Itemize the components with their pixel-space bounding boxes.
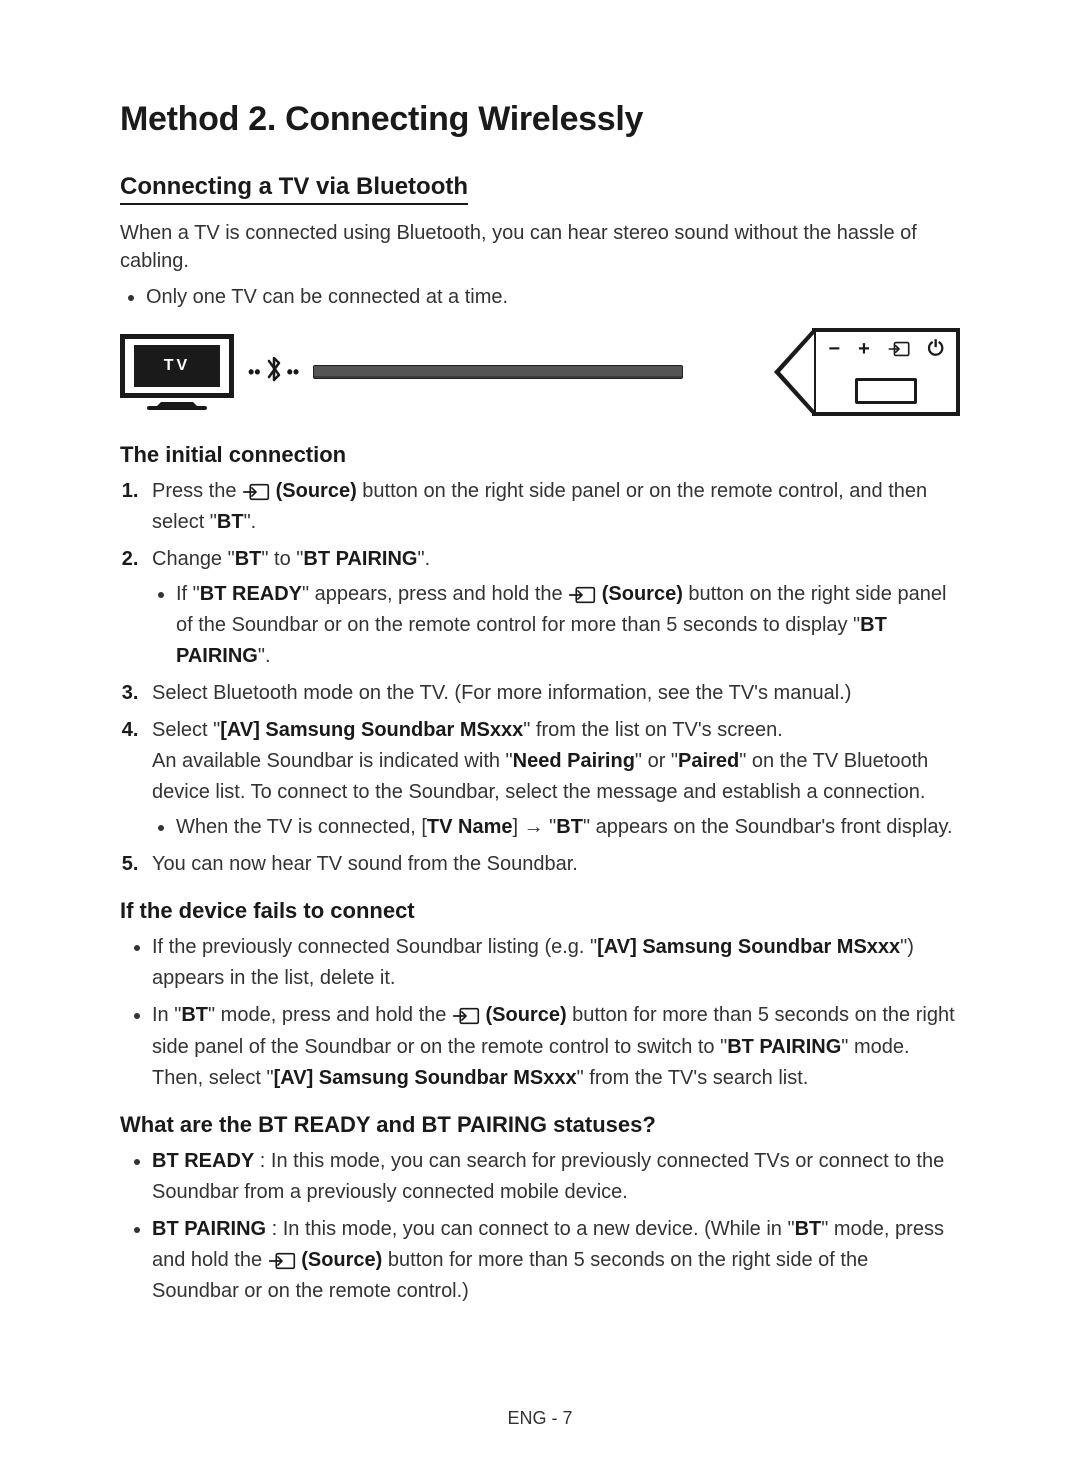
plus-icon: + [858,339,870,359]
source-icon [268,1245,296,1276]
side-panel-illustration: − + ⏻ [812,328,960,416]
source-icon [452,1001,480,1032]
intro-text: When a TV is connected using Bluetooth, … [120,219,960,275]
bluetooth-signal-icon: •• •• [248,354,299,391]
tv-label: TV [134,345,220,387]
step-4: Select "[AV] Samsung Soundbar MSxxx" fro… [144,715,960,843]
page-title: Method 2. Connecting Wirelessly [120,100,960,139]
intro-note-list: Only one TV can be connected at a time. [146,283,960,312]
intro-note-item: Only one TV can be connected at a time. [146,283,960,312]
callout-arrow-icon [774,328,814,416]
subtitle: Connecting a TV via Bluetooth [120,173,468,205]
step-3: Select Bluetooth mode on the TV. (For mo… [144,678,960,709]
dot-icon: •• [287,362,300,383]
page-footer: ENG - 7 [0,1408,1080,1429]
step-4-sub: When the TV is connected, [TV Name] → "B… [176,812,960,843]
section-if-fails: If the device fails to connect [120,898,960,924]
fail-item-2: In "BT" mode, press and hold the (Source… [152,1000,960,1093]
minus-icon: − [828,339,840,359]
section-statuses: What are the BT READY and BT PAIRING sta… [120,1112,960,1138]
section-initial-connection: The initial connection [120,442,960,468]
dot-icon: •• [248,362,261,383]
status-list: BT READY : In this mode, you can search … [152,1146,960,1307]
fail-item-1: If the previously connected Soundbar lis… [152,932,960,994]
status-pairing: BT PAIRING : In this mode, you can conne… [152,1214,960,1307]
source-icon [242,476,270,507]
source-icon [568,579,596,610]
step-2: Change "BT" to "BT PAIRING". If "BT READ… [144,544,960,672]
side-panel-callout: − + ⏻ [774,328,960,416]
step-2-sub: If "BT READY" appears, press and hold th… [176,579,960,672]
tv-illustration: TV [120,334,234,410]
power-icon: ⏻ [928,339,944,359]
step-5: You can now hear TV sound from the Sound… [144,849,960,880]
fail-list: If the previously connected Soundbar lis… [152,932,960,1093]
tv-body: TV [120,334,234,398]
step-1: Press the (Source) button on the right s… [144,476,960,538]
source-icon [888,338,910,359]
steps-list: Press the (Source) button on the right s… [144,476,960,880]
soundbar-illustration [313,365,683,379]
bluetooth-icon [265,354,283,391]
manual-page: Method 2. Connecting Wirelessly Connecti… [0,0,1080,1479]
bluetooth-diagram: TV •• •• − + ⏻ [120,328,960,416]
status-ready: BT READY : In this mode, you can search … [152,1146,960,1208]
panel-display-icon [855,378,917,404]
